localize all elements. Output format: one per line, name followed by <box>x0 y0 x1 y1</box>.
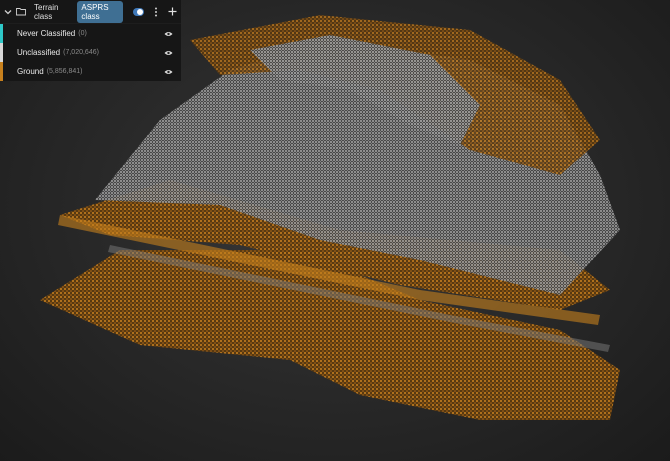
class-row-ground[interactable]: Ground (5,856,841) <box>0 62 181 81</box>
eye-icon[interactable] <box>164 69 173 75</box>
class-list: Never Classified (0) Unclassified (7,020… <box>0 24 181 81</box>
class-row-unclassified[interactable]: Unclassified (7,020,646) <box>0 43 181 62</box>
chevron-down-icon[interactable] <box>4 8 12 16</box>
class-color-swatch <box>0 43 3 62</box>
class-count: (0) <box>78 30 87 37</box>
tab-asprs-class[interactable]: ASPRS class <box>77 0 123 23</box>
visibility-toggle[interactable] <box>132 7 144 16</box>
more-vertical-icon[interactable] <box>154 7 158 17</box>
class-count: (7,020,646) <box>63 49 99 56</box>
tab-terrain-class[interactable]: Terrain class <box>30 1 73 23</box>
add-icon[interactable] <box>168 7 177 16</box>
class-color-swatch <box>0 62 3 81</box>
folder-icon[interactable] <box>16 7 26 16</box>
class-row-never-classified[interactable]: Never Classified (0) <box>0 24 181 43</box>
class-count: (5,856,841) <box>46 68 83 75</box>
eye-icon[interactable] <box>164 50 173 56</box>
class-label: Never Classified <box>17 29 76 38</box>
class-label: Ground <box>17 67 44 76</box>
classification-panel: Terrain class ASPRS class Never Classifi… <box>0 0 181 81</box>
class-color-swatch <box>0 24 3 43</box>
class-label: Unclassified <box>17 48 61 57</box>
eye-icon[interactable] <box>164 31 173 37</box>
classification-toolbar: Terrain class ASPRS class <box>0 0 181 24</box>
